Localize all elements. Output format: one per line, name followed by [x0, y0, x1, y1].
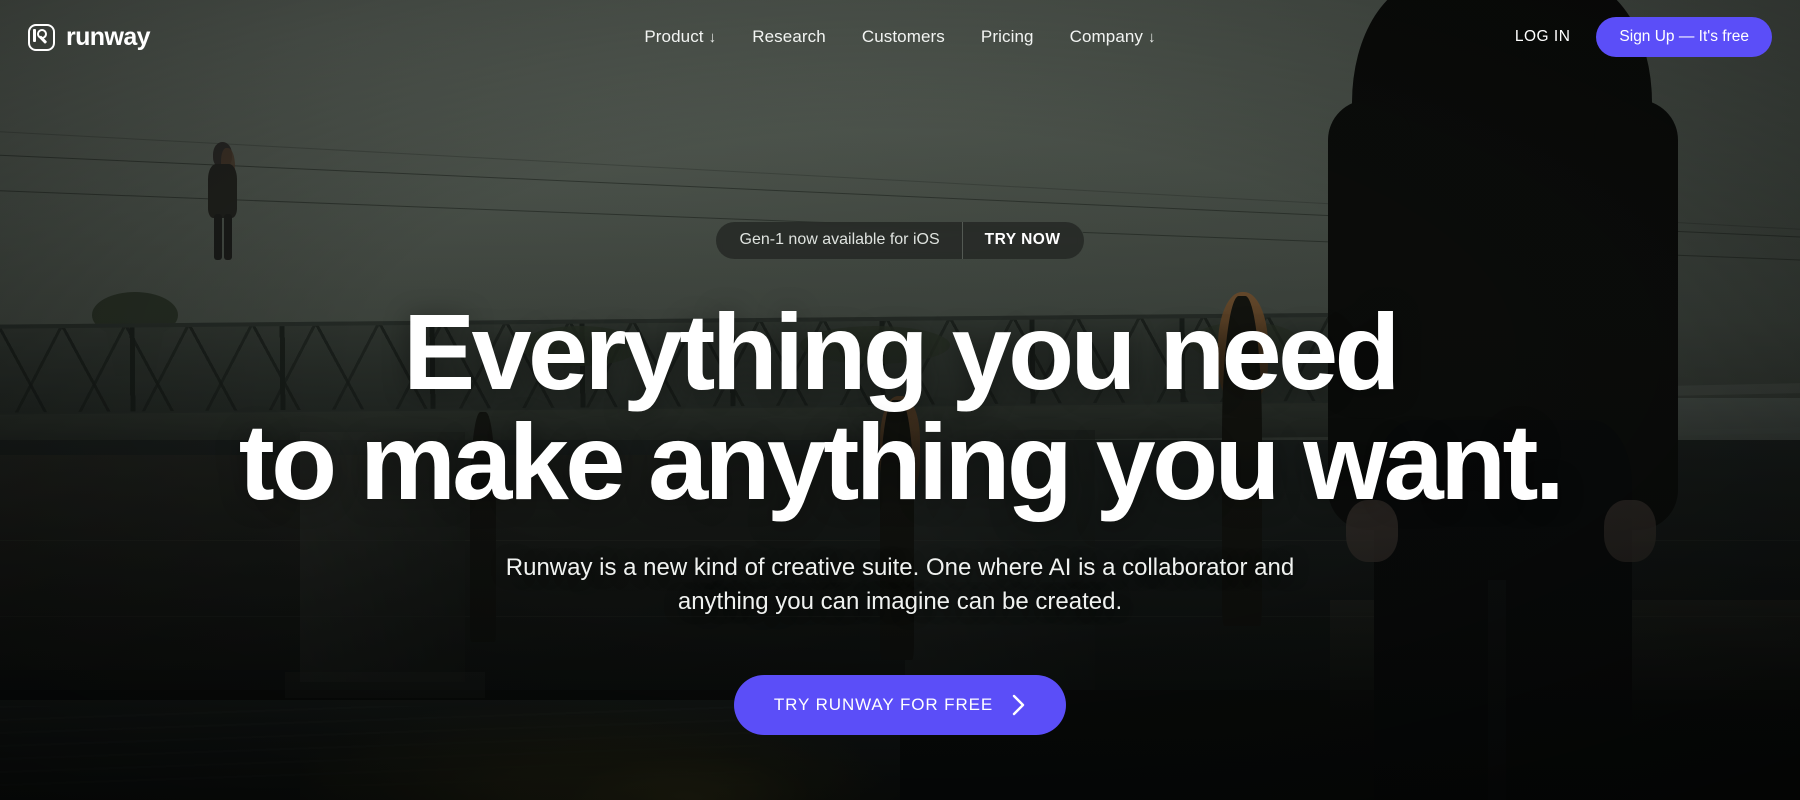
nav-item-label: Research — [752, 27, 826, 46]
try-runway-for-free-button[interactable]: TRY RUNWAY FOR FREE — [733, 675, 1067, 736]
brand-name: runway — [66, 22, 151, 51]
nav-item-product[interactable]: Product ↓ — [644, 27, 716, 47]
announcement-text: Gen-1 now available for iOS — [716, 222, 963, 259]
signup-button[interactable]: Sign Up — It's free — [1596, 17, 1772, 57]
nav-item-label: Company — [1069, 27, 1144, 46]
nav-item-label: Customers — [861, 27, 945, 46]
nav-item-customers[interactable]: Customers — [862, 27, 945, 47]
hero-section: runway Product ↓ Research Customers Pric… — [0, 0, 1800, 800]
nav-item-label: Pricing — [980, 27, 1034, 46]
nav-item-pricing[interactable]: Pricing — [981, 27, 1034, 47]
brand-logo[interactable]: runway — [28, 22, 151, 52]
arrow-down-icon: ↓ — [1148, 28, 1156, 46]
cta-label: TRY RUNWAY FOR FREE — [773, 695, 994, 715]
runway-logo-icon — [28, 23, 55, 51]
header-actions: LOG IN Sign Up — It's free — [1515, 17, 1772, 57]
login-link[interactable]: LOG IN — [1515, 28, 1571, 46]
announcement-try-now-button[interactable]: TRY NOW — [963, 222, 1085, 259]
nav-item-company[interactable]: Company ↓ — [1070, 27, 1156, 47]
site-header: runway Product ↓ Research Customers Pric… — [0, 0, 1800, 74]
headline-line-2: to make anything you want. — [238, 401, 1565, 523]
page-title: Everything you need to make anything you… — [238, 296, 1565, 523]
chevron-right-icon — [1011, 694, 1026, 716]
nav-item-research[interactable]: Research — [752, 27, 826, 47]
main-navigation: Product ↓ Research Customers Pricing Com… — [644, 27, 1155, 47]
headline-line-1: Everything you need — [403, 291, 1400, 412]
hero-subheading: Runway is a new kind of creative suite. … — [505, 554, 1295, 616]
nav-item-label: Product — [644, 27, 704, 46]
arrow-down-icon: ↓ — [708, 28, 717, 46]
announcement-banner: Gen-1 now available for iOS TRY NOW — [715, 222, 1085, 259]
